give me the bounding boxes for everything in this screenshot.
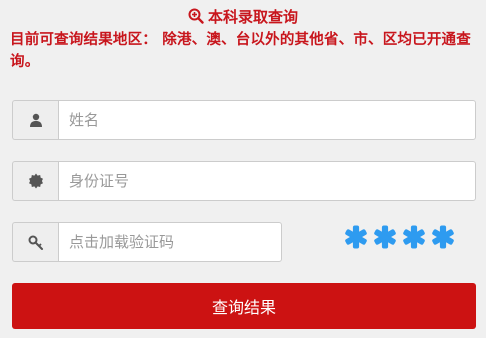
captcha-asterisks: [345, 225, 454, 249]
captcha-image[interactable]: ****: [342, 221, 458, 253]
region-notice: 目前可查询结果地区： 除港、澳、台以外的其他省、市、区均已开通查询。: [10, 32, 471, 70]
name-field-group: [12, 100, 476, 140]
key-icon: [12, 222, 58, 262]
id-number-input[interactable]: [58, 161, 476, 201]
query-result-button[interactable]: 查询结果: [12, 283, 476, 329]
id-number-field-group: [12, 161, 476, 201]
page-header: 本科录取查询: [0, 5, 486, 27]
user-icon: [12, 100, 58, 140]
captcha-field-group: [12, 222, 282, 262]
certificate-icon: [12, 161, 58, 201]
name-input[interactable]: [58, 100, 476, 140]
captcha-input[interactable]: [58, 222, 282, 262]
search-zoom-icon: [188, 8, 204, 24]
page-title: 本科录取查询: [207, 7, 298, 26]
